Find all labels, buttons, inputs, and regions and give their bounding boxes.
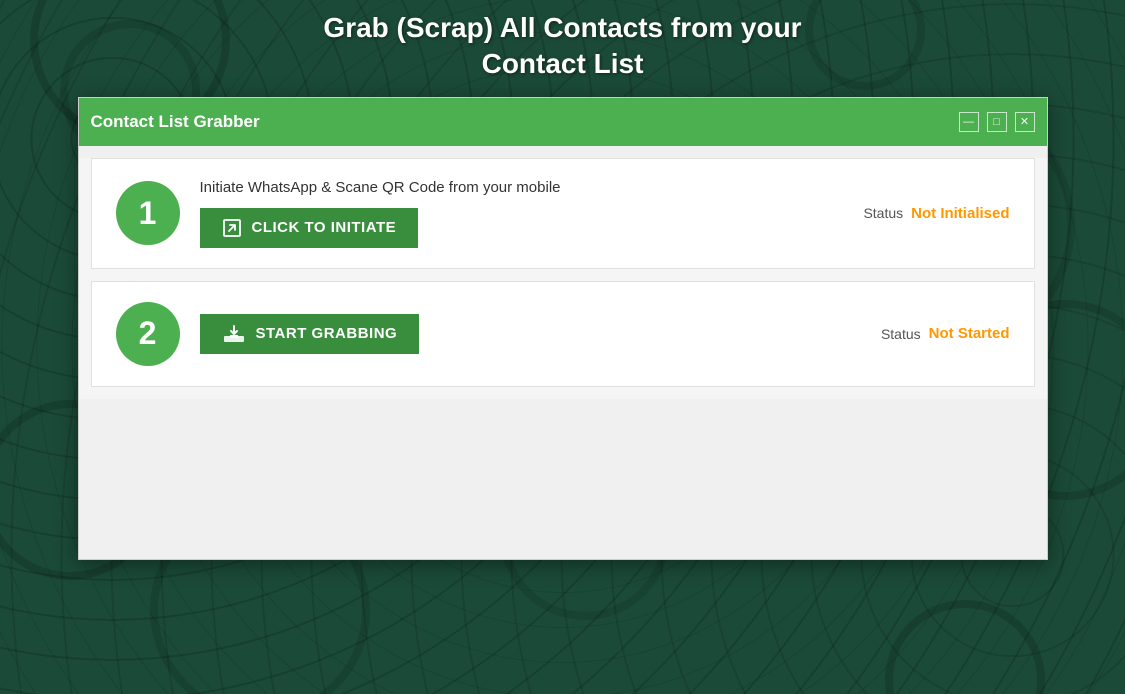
step-1-status-value: Not Initialised	[911, 205, 1009, 222]
close-button[interactable]: ✕	[1015, 112, 1035, 132]
maximize-button[interactable]: □	[987, 112, 1007, 132]
window-body: 1 Initiate WhatsApp & Scane QR Code from…	[79, 158, 1047, 559]
step-1-status-label: Status	[863, 205, 903, 221]
application-window: Contact List Grabber — □ ✕ 1 Initiate Wh…	[78, 97, 1048, 560]
page-title: Grab (Scrap) All Contacts from your Cont…	[323, 10, 801, 83]
step-1-content: Initiate WhatsApp & Scane QR Code from y…	[200, 179, 844, 248]
step-1-instruction: Initiate WhatsApp & Scane QR Code from y…	[200, 179, 844, 196]
step-1-status: Status Not Initialised	[863, 205, 1009, 222]
step-2-content: START GRABBING	[200, 314, 861, 354]
step-2-number: 2	[116, 302, 180, 366]
content-wrapper: Grab (Scrap) All Contacts from your Cont…	[0, 0, 1125, 560]
start-grabbing-button[interactable]: START GRABBING	[200, 314, 420, 354]
window-titlebar: Contact List Grabber — □ ✕	[79, 98, 1047, 146]
minimize-button[interactable]: —	[959, 112, 979, 132]
window-title: Contact List Grabber	[91, 112, 260, 132]
step-2-status: Status Not Started	[881, 325, 1010, 342]
window-controls: — □ ✕	[959, 112, 1035, 132]
grabbing-button-label: START GRABBING	[256, 325, 398, 342]
step-1-number: 1	[116, 181, 180, 245]
click-to-initiate-button[interactable]: CLICK TO INITIATE	[200, 208, 419, 248]
step-2-status-label: Status	[881, 326, 921, 342]
initiate-button-label: CLICK TO INITIATE	[252, 219, 397, 236]
step-1-card: 1 Initiate WhatsApp & Scane QR Code from…	[91, 158, 1035, 269]
window-footer	[79, 399, 1047, 559]
step-2-card: 2 START GRABBING	[91, 281, 1035, 387]
initiate-icon	[222, 218, 242, 238]
step-2-status-value: Not Started	[929, 325, 1010, 342]
grabbing-icon	[222, 324, 246, 344]
